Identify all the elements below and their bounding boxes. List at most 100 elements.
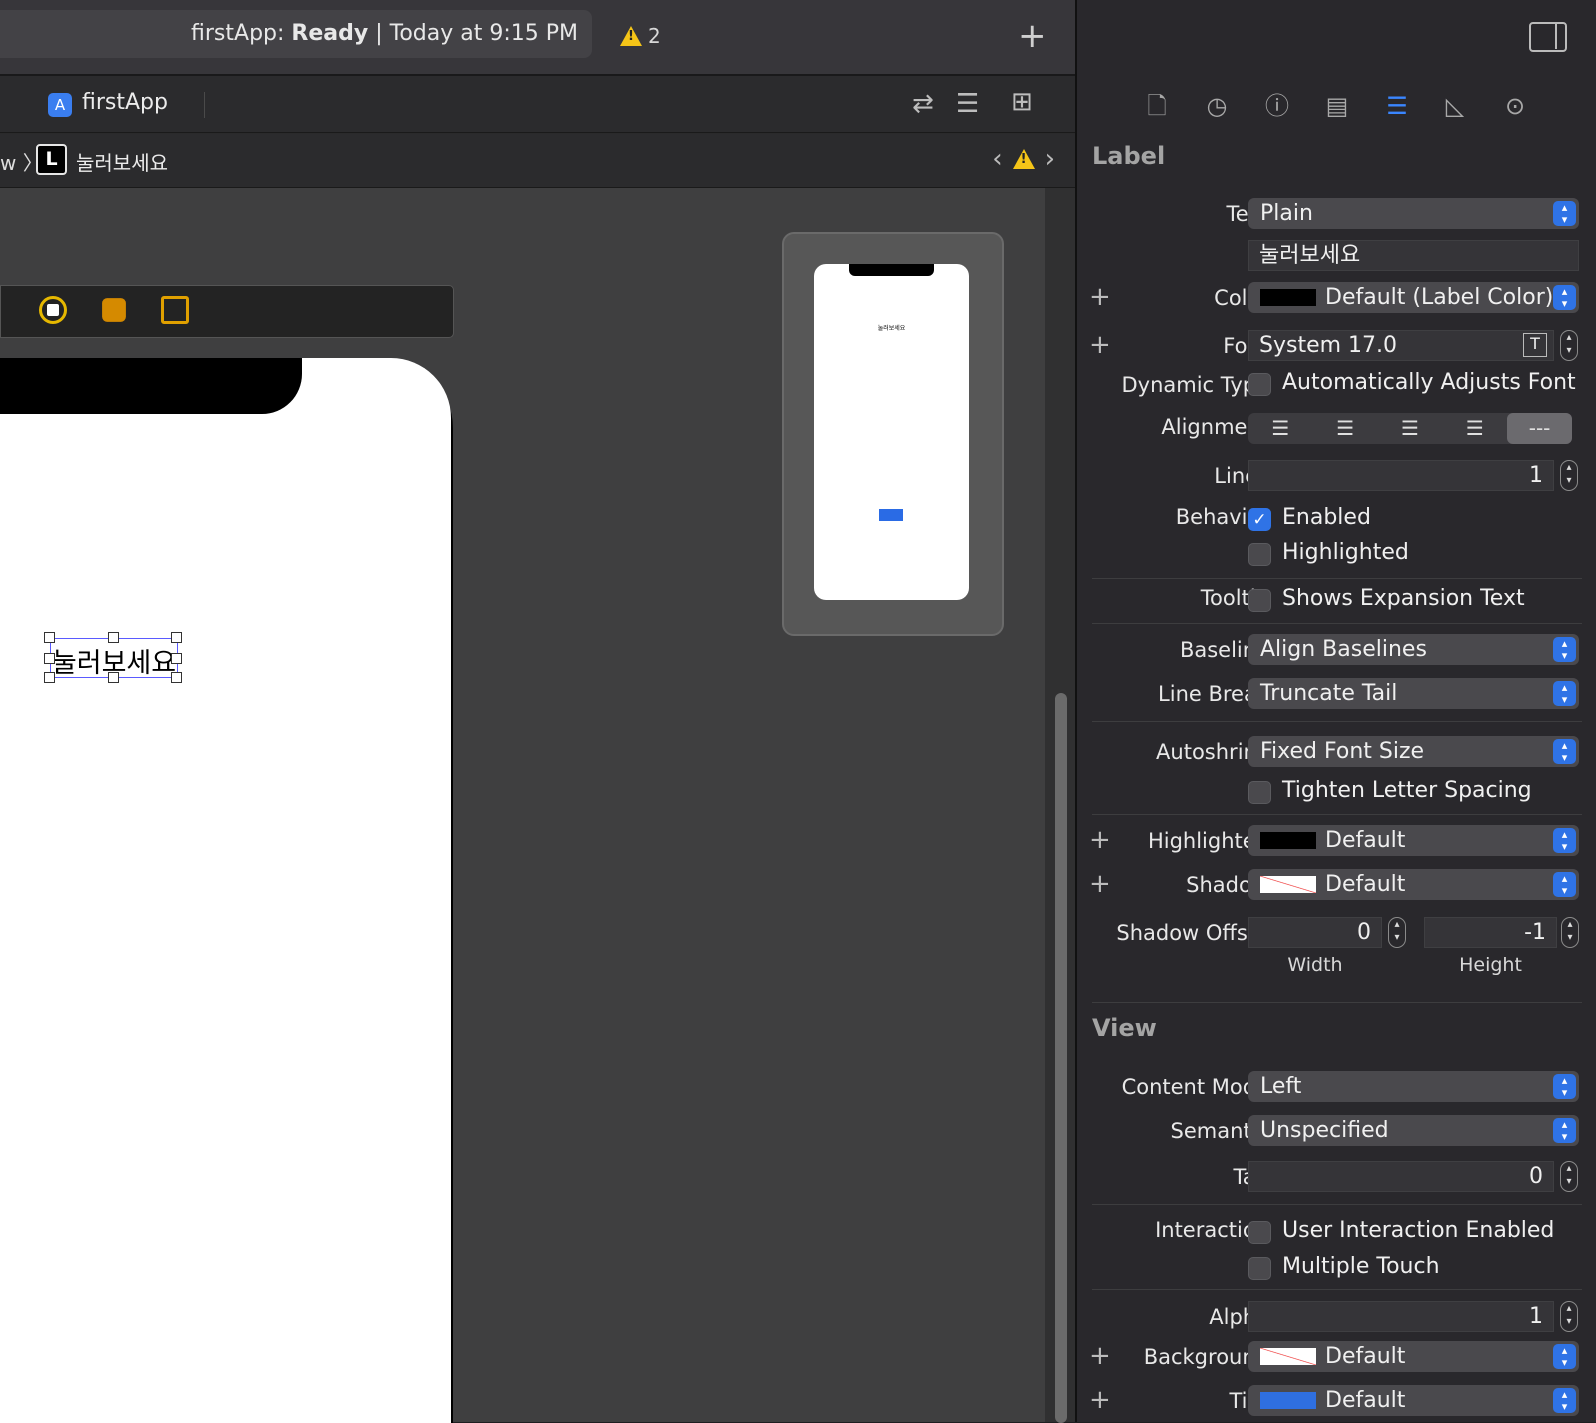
divider [1092, 814, 1582, 815]
activity-view: firstApp: Ready | Today at 9:15 PM [0, 10, 592, 58]
text-type-popup[interactable]: Plain ▴ ▾ [1248, 198, 1579, 229]
content-mode-popup[interactable]: Left ▴ ▾ [1248, 1071, 1579, 1102]
shadow-width-field[interactable]: 0 [1248, 917, 1382, 948]
user-interaction-checkbox[interactable] [1248, 1221, 1271, 1244]
align-natural-icon[interactable]: --- [1507, 413, 1572, 444]
status-state: Ready [291, 21, 369, 46]
text-content-field[interactable]: 눌러보세요 [1248, 240, 1579, 271]
exit-icon[interactable] [161, 296, 189, 324]
status-app-name: firstApp: [191, 21, 285, 46]
highlighted-checkbox[interactable] [1248, 543, 1271, 566]
divider [1092, 578, 1582, 579]
line-break-popup[interactable]: Truncate Tail ▴ ▾ [1248, 678, 1579, 709]
view-section-header: View [1092, 1014, 1157, 1042]
app-project-icon: A [48, 93, 72, 117]
help-inspector-icon[interactable]: ⓘ [1257, 86, 1297, 126]
device-screen[interactable]: 눌러보세요 [0, 358, 451, 1423]
resize-handle[interactable] [171, 672, 182, 683]
editor-area: firstApp: Ready | Today at 9:15 PM 2 + A… [0, 0, 1075, 1423]
multiple-touch-checkbox[interactable] [1248, 1257, 1271, 1280]
toggle-inspector-icon[interactable] [1529, 22, 1567, 52]
view-controller-icon[interactable] [39, 296, 67, 324]
scrollbar-thumb[interactable] [1055, 693, 1067, 1423]
warnings-indicator[interactable]: 2 [620, 24, 661, 48]
resize-handle[interactable] [108, 672, 119, 683]
add-variation-icon[interactable]: + [1089, 871, 1111, 897]
warning-icon[interactable] [1012, 149, 1035, 169]
add-variation-icon[interactable]: + [1089, 284, 1111, 310]
alignment-segmented-control: ☰ ☰ ☰ ☰ --- [1248, 413, 1572, 444]
align-right-icon[interactable]: ☰ [1378, 413, 1443, 444]
attributes-inspector-icon[interactable]: ☰ [1377, 86, 1417, 126]
vertical-scrollbar[interactable] [1045, 188, 1075, 1423]
selected-label[interactable]: 눌러보세요 [44, 632, 182, 683]
file-inspector-icon[interactable]: 🗋 [1137, 86, 1177, 126]
add-library-button[interactable]: + [1018, 16, 1047, 56]
shadow-height-stepper[interactable]: ▴ ▾ [1561, 917, 1579, 948]
autoshrink-popup[interactable]: Fixed Font Size ▴ ▾ [1248, 736, 1579, 767]
breadcrumb-label[interactable]: 눌러보세요 [76, 147, 168, 176]
align-left-icon[interactable]: ☰ [1248, 413, 1313, 444]
add-variation-icon[interactable]: + [1089, 1343, 1111, 1369]
font-field[interactable]: System 17.0 T [1248, 330, 1554, 361]
tag-field[interactable]: 0 [1248, 1161, 1554, 1192]
divider [1092, 1204, 1582, 1205]
align-center-icon[interactable]: ☰ [1313, 413, 1378, 444]
inspector-header [1077, 0, 1596, 76]
expansion-text-checkbox[interactable] [1248, 589, 1271, 612]
history-inspector-icon[interactable]: ◷ [1197, 86, 1237, 126]
warning-count: 2 [648, 24, 661, 48]
semantic-popup[interactable]: Unspecified ▴ ▾ [1248, 1115, 1579, 1146]
enabled-checkbox[interactable]: ✓ [1248, 508, 1271, 531]
tighten-spacing-checkbox[interactable] [1248, 781, 1271, 804]
tab-separator [204, 92, 205, 118]
inspector-tabs: 🗋 ◷ ⓘ ▤ ☰ ◺ ⊙ [1077, 86, 1596, 126]
minimap-thumbnail[interactable]: 눌러보세요 [782, 232, 1004, 636]
alpha-field[interactable]: 1 [1248, 1301, 1554, 1332]
shadow-height-field[interactable]: -1 [1424, 917, 1557, 948]
highlighted-color-popup[interactable]: Default ▴ ▾ [1248, 825, 1579, 856]
identity-inspector-icon[interactable]: ▤ [1317, 86, 1357, 126]
chevron-right-icon[interactable]: › [1045, 144, 1055, 174]
shadow-swatch [1260, 876, 1316, 893]
tab-firstapp[interactable]: firstApp [82, 90, 168, 115]
lines-field[interactable]: 1 [1248, 460, 1554, 491]
add-variation-icon[interactable]: + [1089, 332, 1111, 358]
baseline-popup[interactable]: Align Baselines ▴ ▾ [1248, 634, 1579, 665]
chevron-left-icon[interactable]: ‹ [992, 144, 1002, 174]
minimap-label: 눌러보세요 [877, 325, 906, 332]
tint-popup[interactable]: Default ▴ ▾ [1248, 1385, 1579, 1416]
warning-icon [620, 26, 642, 46]
shadow-color-popup[interactable]: Default ▴ ▾ [1248, 869, 1579, 900]
multiple-touch-label: Multiple Touch [1282, 1254, 1440, 1279]
alpha-stepper[interactable]: ▴ ▾ [1560, 1301, 1578, 1332]
shadow-width-stepper[interactable]: ▴ ▾ [1388, 917, 1406, 948]
editor-options-icon[interactable]: ☰ [956, 88, 979, 120]
font-picker-icon[interactable]: T [1523, 333, 1547, 357]
add-variation-icon[interactable]: + [1089, 1387, 1111, 1413]
auto-adjust-font-checkbox[interactable] [1248, 373, 1271, 396]
resize-handle[interactable] [44, 672, 55, 683]
size-inspector-icon[interactable]: ◺ [1435, 86, 1475, 126]
tag-stepper[interactable]: ▴ ▾ [1560, 1161, 1578, 1192]
resize-handle[interactable] [108, 632, 119, 643]
first-responder-icon[interactable] [102, 298, 126, 322]
resize-handle[interactable] [44, 653, 55, 664]
color-popup[interactable]: Default (Label Color) ▴ ▾ [1248, 282, 1579, 313]
minimap-notch [849, 264, 934, 276]
swap-arrows-icon[interactable]: ⇄ [912, 88, 934, 120]
resize-handle[interactable] [171, 632, 182, 643]
font-size-stepper[interactable]: ▴ ▾ [1560, 330, 1578, 361]
connections-inspector-icon[interactable]: ⊙ [1495, 86, 1535, 126]
content-mode-label: Content Mode [1121, 1075, 1269, 1099]
width-caption: Width [1287, 954, 1343, 976]
resize-handle[interactable] [44, 632, 55, 643]
add-variation-icon[interactable]: + [1089, 827, 1111, 853]
highlighted-swatch [1260, 832, 1316, 849]
align-justified-icon[interactable]: ☰ [1442, 413, 1507, 444]
background-popup[interactable]: Default ▴ ▾ [1248, 1341, 1579, 1372]
lines-stepper[interactable]: ▴ ▾ [1560, 460, 1578, 491]
divider [1092, 1289, 1582, 1290]
resize-handle[interactable] [171, 653, 182, 664]
add-editor-icon[interactable]: ⊞ [1011, 86, 1033, 118]
